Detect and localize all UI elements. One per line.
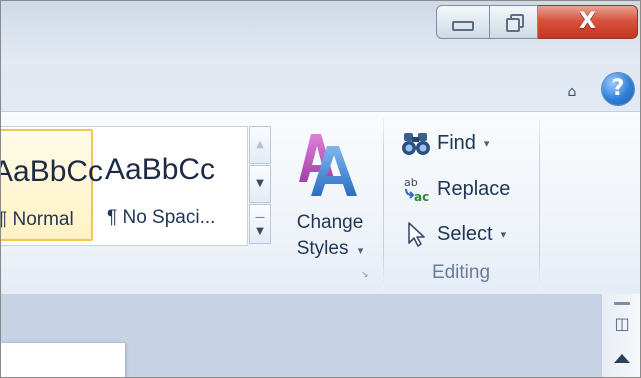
gallery-scroll-down-button[interactable]: ▼: [249, 165, 271, 203]
word-window: X ⌂ ? AaBbCc ¶ Normal AaBbCc ¶ No Spaci.…: [0, 0, 641, 378]
find-button[interactable]: Find ▾: [401, 126, 489, 160]
minimize-ribbon-icon[interactable]: ⌂: [561, 81, 583, 103]
view-ruler-icon[interactable]: ◫: [610, 314, 634, 336]
more-icon: — ▼: [255, 212, 265, 237]
gallery-more-button[interactable]: — ▼: [249, 204, 271, 244]
ribbon-tab-row: [1, 65, 640, 111]
split-handle[interactable]: [614, 302, 630, 305]
style-name-label: ¶ Normal: [0, 209, 74, 230]
restore-button[interactable]: [490, 5, 538, 39]
minimize-button[interactable]: [436, 5, 490, 39]
scroll-up-icon[interactable]: [614, 354, 630, 363]
restore-icon: [505, 14, 524, 32]
style-name-label: ¶ No Spaci...: [107, 207, 216, 228]
ribbon-panel: AaBbCc ¶ Normal AaBbCc ¶ No Spaci... ▲ ▼…: [1, 111, 640, 295]
svg-text:ab: ab: [404, 176, 418, 189]
group-separator: [383, 118, 384, 290]
change-styles-label: Change Styles ▾: [296, 212, 364, 259]
replace-label: Replace: [437, 177, 511, 200]
vertical-scrollbar[interactable]: ◫: [601, 294, 640, 377]
help-icon[interactable]: ?: [602, 73, 634, 105]
minimize-icon: [452, 21, 474, 31]
close-icon: X: [579, 9, 596, 34]
style-no-spacing[interactable]: AaBbCc ¶ No Spaci...: [97, 129, 245, 241]
document-area: [1, 294, 601, 377]
binoculars-icon: [402, 133, 430, 155]
style-normal[interactable]: AaBbCc ¶ Normal: [0, 129, 103, 241]
quick-styles-gallery: AaBbCc ¶ Normal AaBbCc ¶ No Spaci...: [1, 126, 248, 246]
styles-dialog-launcher-icon[interactable]: ↘: [361, 270, 373, 282]
change-styles-button[interactable]: Change Styles ▾: [281, 122, 379, 272]
dropdown-caret-icon: ▾: [483, 137, 490, 150]
gallery-scroll-up-button[interactable]: ▲: [249, 126, 271, 164]
close-button[interactable]: X: [538, 5, 638, 39]
dropdown-caret-icon: ▾: [357, 245, 364, 257]
cursor-arrow-icon: [408, 222, 425, 247]
group-separator: [539, 118, 540, 290]
style-sample-text: AaBbCc: [0, 155, 104, 188]
editing-group-label: Editing: [431, 262, 491, 283]
style-sample-text: AaBbCc: [105, 153, 216, 186]
dropdown-caret-icon: ▾: [500, 228, 507, 241]
svg-text:ac: ac: [414, 190, 429, 203]
select-label: Select: [437, 222, 493, 245]
find-label: Find: [437, 131, 476, 154]
document-page[interactable]: [1, 343, 125, 377]
title-bar: X: [1, 1, 640, 65]
select-button[interactable]: Select ▾: [401, 217, 506, 251]
change-styles-icon: [299, 134, 357, 196]
window-controls: X: [436, 5, 638, 39]
replace-icon: ab ac: [404, 176, 429, 203]
replace-button[interactable]: ab ac Replace: [401, 172, 510, 206]
gallery-scroller: ▲ ▼ — ▼: [249, 126, 273, 244]
